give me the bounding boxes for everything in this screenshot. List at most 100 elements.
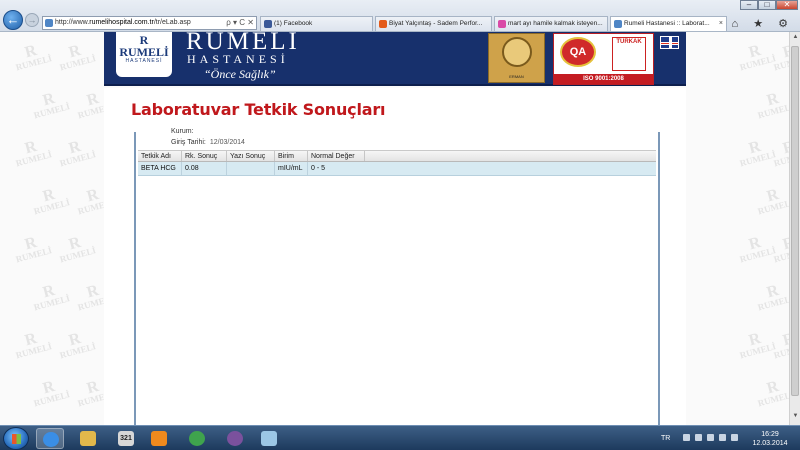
english-flag-icon[interactable]: [660, 36, 679, 49]
media-player-taskbar-button[interactable]: [145, 428, 173, 449]
watermark-logo: RRUMELİ: [32, 89, 71, 121]
close-window-button[interactable]: ✕: [776, 0, 798, 10]
windows-taskbar: 321 TR 16:29 12.03.2014: [0, 425, 800, 450]
system-tray: TR 16:29 12.03.2014: [655, 426, 800, 450]
scroll-up-icon[interactable]: ▲: [791, 34, 800, 44]
url-domain: rumelihospital.com.tr: [89, 19, 154, 26]
watermark-logo: RRUMELİ: [756, 89, 789, 121]
watermark-logo: RRUMELİ: [58, 41, 97, 73]
back-button[interactable]: ←: [3, 10, 23, 30]
site-icon: [379, 20, 387, 28]
minimize-button[interactable]: –: [740, 0, 758, 10]
turkak-icon: TÜRKAK: [612, 37, 646, 71]
hospital-name-sub: HASTANESİ: [187, 52, 289, 66]
windows-logo-icon: [12, 434, 21, 444]
qa-seal-icon: QA: [560, 37, 596, 67]
page-viewport: R RUMELİ R RUMELİ R RUMELİ R RUMELİ R RUMELİ R RUME…: [0, 32, 789, 425]
reference-range-cell: 0 - 5: [311, 165, 326, 172]
table-row[interactable]: BETA HCG 0.08 mIU/mL 0 - 5: [138, 162, 656, 176]
watermark-logo: RRUMELİ: [14, 329, 53, 361]
clock-date: 12.03.2014: [752, 440, 788, 447]
watermark-logo: RRUMELİ: [14, 233, 53, 265]
site-header: R RUMELİ HASTANESİ RUMELİ HASTANESİ “Önc…: [104, 32, 686, 86]
signal-icon[interactable]: [719, 434, 726, 441]
page-title: Laboratuvar Tetkik Sonuçları: [131, 100, 386, 119]
vertical-scrollbar[interactable]: ▲ ▼: [789, 32, 800, 425]
site-favicon-icon: [45, 19, 53, 27]
tab-rumeli[interactable]: Rumeli Hastanesi :: Laborat... ×: [610, 16, 727, 31]
results-table: Tetkik Adı Rk. Sonuç Yazı Sonuç Birim No…: [138, 150, 656, 176]
tab-label: (1) Facebook: [274, 20, 313, 27]
entry-date-value: 12/03/2014: [209, 139, 245, 146]
clock-time: 16:29: [761, 431, 779, 438]
watermark-logo: RRUMELİ: [32, 377, 71, 409]
file-explorer-icon: [80, 431, 96, 446]
paint-icon: [261, 431, 277, 446]
close-tab-icon[interactable]: ×: [719, 17, 723, 31]
chrome-taskbar-button[interactable]: [183, 428, 211, 449]
language-indicator[interactable]: TR: [661, 435, 670, 442]
tab-facebook[interactable]: (1) Facebook: [260, 16, 373, 31]
network-icon[interactable]: [707, 434, 714, 441]
tab-sadem[interactable]: Biyat Yalçıntaş - Sadem Perfor...: [375, 16, 492, 31]
forward-button[interactable]: →: [25, 13, 39, 27]
table-header: Tetkik Adı Rk. Sonuç Yazı Sonuç Birim No…: [138, 150, 656, 162]
start-button[interactable]: [3, 427, 29, 450]
calendar-icon: 321: [118, 431, 134, 446]
home-favorites-tools-icon[interactable]: ⌂ ★ ⚙: [732, 17, 794, 30]
watermark-logo: RRUMELİ: [32, 281, 71, 313]
logo-brand-sub: HASTANESİ: [125, 58, 163, 64]
partial-label: Kurum:: [171, 128, 194, 135]
tab-hamile[interactable]: mart ayı hamile kalmak isteyen...: [494, 16, 608, 31]
media-player-icon: [151, 431, 167, 446]
clock[interactable]: 16:29 12.03.2014: [750, 430, 790, 448]
watermark-logo: RRUMELİ: [14, 137, 53, 169]
url-prefix: http://www.: [55, 19, 90, 26]
internet-explorer-icon: [43, 432, 59, 447]
watermark-logo: RRUMELİ: [756, 281, 789, 313]
chrome-icon: [189, 431, 205, 446]
iso-label: ISO 9001:2008: [554, 74, 653, 84]
watermark-logo: RRUMELİ: [756, 185, 789, 217]
test-name-cell: BETA HCG: [138, 162, 182, 175]
watermark-logo: RRUMELİ: [32, 185, 71, 217]
site-icon: [614, 20, 622, 28]
action-center-icon[interactable]: [695, 434, 702, 441]
column-header[interactable]: Tetkik Adı: [138, 151, 182, 161]
award-badge: ERMAN: [488, 33, 545, 83]
site-icon: [498, 20, 506, 28]
hospital-logo[interactable]: R RUMELİ HASTANESİ: [116, 32, 172, 77]
unit-cell: mIU/mL: [275, 162, 308, 175]
show-hidden-icons-icon[interactable]: [683, 434, 690, 441]
watermark-logo: RRUMELİ: [58, 233, 97, 265]
facebook-icon: [264, 20, 272, 28]
certification-badge: QA TÜRKAK ISO 9001:2008: [553, 33, 654, 85]
url-path: /tr/eLab.asp: [153, 19, 191, 26]
volume-icon[interactable]: [731, 434, 738, 441]
watermark-logo: RRUMELİ: [58, 137, 97, 169]
column-header[interactable]: Rk. Sonuç: [182, 151, 227, 161]
internet-explorer-taskbar-button[interactable]: [36, 428, 64, 449]
slogan: “Önce Sağlık”: [204, 67, 276, 81]
tab-label: mart ayı hamile kalmak isteyen...: [508, 20, 603, 27]
column-header[interactable]: Normal Değer: [308, 151, 365, 161]
watermark-logo: RRUMELİ: [756, 377, 789, 409]
column-header[interactable]: Yazı Sonuç: [227, 151, 275, 161]
text-result-cell: [227, 162, 275, 175]
hospital-name: RUMELİ: [186, 32, 300, 55]
scroll-thumb[interactable]: [791, 46, 799, 396]
tab-label: Rumeli Hastanesi :: Laborat...: [624, 20, 710, 27]
scroll-down-icon[interactable]: ▼: [791, 413, 800, 423]
column-header[interactable]: Birim: [275, 151, 308, 161]
award-caption: ERMAN: [509, 74, 524, 79]
paint-taskbar-button[interactable]: [255, 428, 283, 449]
watermark-logo: RRUMELİ: [14, 41, 53, 73]
address-bar[interactable]: http://www.rumelihospital.com.tr/tr/eLab…: [42, 16, 257, 30]
entry-date-line: Giriş Tarihi: 12/03/2014: [171, 139, 245, 146]
results-frame: Kurum: Giriş Tarihi: 12/03/2014 Tetkik Ad…: [134, 128, 660, 425]
address-tools-icon[interactable]: ρ ▾ C ✕: [226, 17, 254, 29]
calendar-taskbar-button[interactable]: 321: [112, 428, 140, 449]
file-explorer-taskbar-button[interactable]: [74, 428, 102, 449]
viber-taskbar-button[interactable]: [221, 428, 249, 449]
maximize-button[interactable]: □: [758, 0, 776, 10]
